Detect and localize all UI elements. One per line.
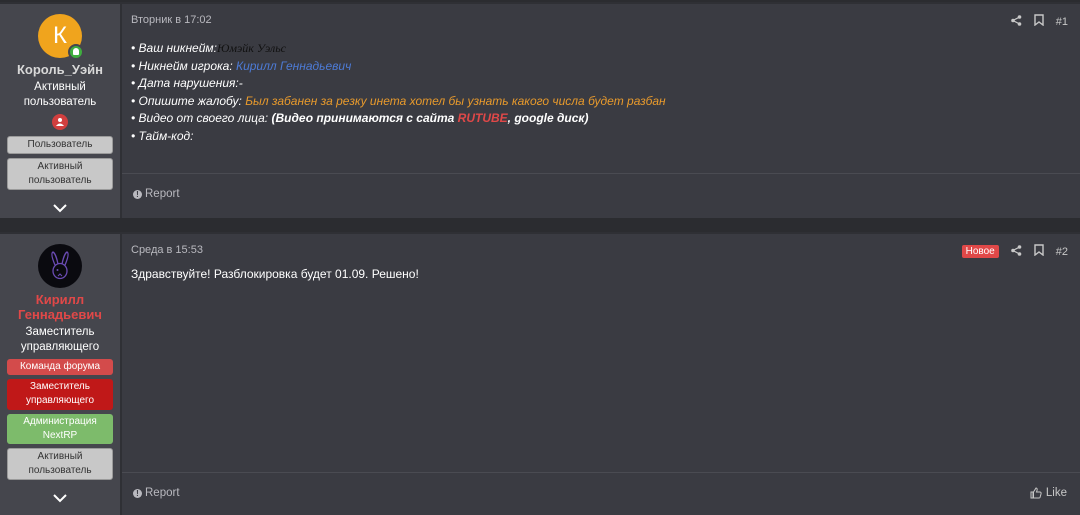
post-content: Среда в 15:53 Новое #2 Здравствуйте! Раз…	[122, 234, 1080, 515]
video-value-start: (Видео принимаются с сайта	[271, 111, 455, 125]
post-actions: #1	[1010, 14, 1068, 29]
post-1: К Король_Уэйн Активный пользователь Поль…	[0, 2, 1080, 218]
timecode-line: • Тайм-код:	[131, 128, 194, 143]
nick-label: • Ваш никнейм:	[131, 41, 217, 55]
post-footer: ! Report	[122, 173, 1080, 218]
chevron-down-icon[interactable]	[53, 200, 67, 218]
rutube-link[interactable]: RUTUBE	[458, 111, 508, 125]
user-badge-forum-team: Команда форума	[7, 359, 113, 375]
username[interactable]: Король_Уэйн	[17, 62, 103, 77]
bookmark-icon[interactable]	[1034, 244, 1044, 259]
online-status-icon	[68, 44, 84, 60]
like-button[interactable]: Like	[1030, 487, 1067, 499]
post-content: Вторник в 17:02 #1 • Ваш никнейм:Юмэйк У…	[122, 4, 1080, 218]
like-label: Like	[1045, 487, 1067, 499]
complaint-line: • Опишите жалобу: Был забанен за резку и…	[131, 93, 666, 111]
complaint-label: • Опишите жалобу:	[131, 93, 242, 108]
thumbs-up-icon	[1030, 487, 1042, 499]
nick-line: • Ваш никнейм:Юмэйк Уэльс	[131, 40, 666, 58]
post-body: • Ваш никнейм:Юмэйк Уэльс • Никнейм игро…	[131, 40, 666, 145]
user-badge-active: Активный пользователь	[7, 158, 113, 190]
info-icon: !	[133, 189, 142, 199]
user-title: Заместитель управляющего	[20, 326, 100, 353]
avatar-letter: К	[53, 22, 67, 49]
report-button[interactable]: ! Report	[133, 487, 180, 499]
avatar[interactable]: К	[38, 14, 84, 60]
post-body: Здравствуйте! Разблокировка будет 01.09.…	[131, 267, 419, 281]
report-label: Report	[145, 487, 180, 499]
post-date[interactable]: Вторник в 17:02	[131, 14, 212, 26]
post-actions: Новое #2	[961, 244, 1068, 259]
post-author-sidebar: Кирилл Геннадьевич Заместитель управляющ…	[0, 234, 122, 515]
user-badge-deputy-manager: Заместитель управляющего	[7, 379, 113, 410]
report-button[interactable]: ! Report	[133, 188, 180, 200]
complaint-value: Был забанен за резку инета хотел бы узна…	[245, 93, 666, 108]
user-badge-active: Активный пользователь	[7, 448, 113, 480]
nick-value: Юмэйк Уэльс	[216, 41, 287, 55]
user-badge-administration: Администрация NextRP	[7, 414, 113, 444]
bookmark-icon[interactable]	[1034, 14, 1044, 29]
video-line: • Видео от своего лица: (Видео принимают…	[131, 110, 666, 128]
username[interactable]: Кирилл Геннадьевич	[10, 292, 110, 322]
chevron-down-icon[interactable]	[53, 490, 67, 508]
new-badge: Новое	[961, 245, 999, 258]
player-line: • Никнейм игрока: Кирилл Геннадьевич	[131, 58, 666, 76]
share-icon[interactable]	[1010, 14, 1022, 29]
post-number[interactable]: #1	[1056, 16, 1068, 28]
bunny-icon	[51, 251, 69, 280]
report-label: Report	[145, 188, 180, 200]
video-label: • Видео от своего лица:	[131, 111, 269, 125]
role-icon	[52, 114, 68, 130]
avatar[interactable]	[38, 244, 82, 288]
post-footer: ! Report Like	[122, 472, 1080, 515]
player-value: Кирилл Геннадьевич	[236, 58, 352, 73]
post-author-sidebar: К Король_Уэйн Активный пользователь Поль…	[0, 4, 122, 218]
user-title: Активный пользователь	[23, 81, 97, 108]
post-date[interactable]: Среда в 15:53	[131, 244, 203, 256]
share-icon[interactable]	[1010, 244, 1022, 259]
info-icon: !	[133, 488, 142, 498]
player-label: • Никнейм игрока:	[131, 58, 233, 73]
user-badge-user: Пользователь	[7, 136, 113, 154]
video-value-end: , google диск)	[507, 111, 589, 125]
date-line: • Дата нарушения:-	[131, 76, 243, 90]
post-2: Кирилл Геннадьевич Заместитель управляющ…	[0, 232, 1080, 515]
post-number[interactable]: #2	[1056, 246, 1068, 258]
